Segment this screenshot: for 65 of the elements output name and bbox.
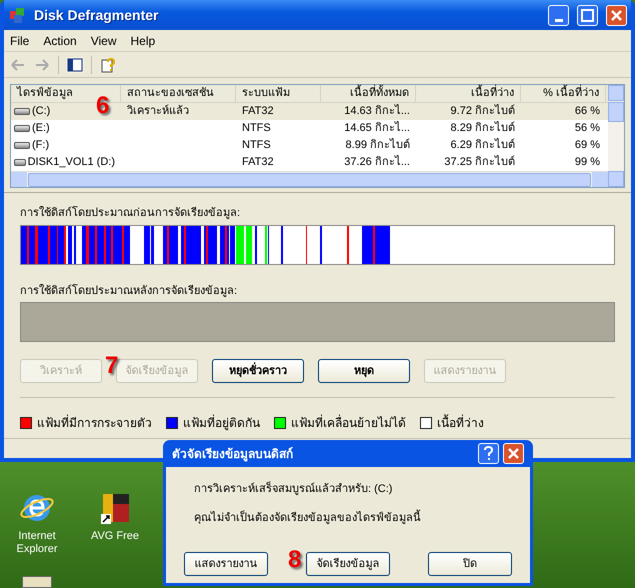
table-cell-text: FAT32	[242, 104, 274, 120]
table-cell-text: 14.65 กิกะไ...	[344, 120, 410, 136]
table-cell-text: 9.72 กิกะไบต์	[450, 103, 515, 120]
column-header[interactable]: ระบบแฟ้ม	[236, 85, 321, 102]
table-cell-text: DISK1_VOL1 (D:)	[28, 155, 115, 170]
close-button[interactable]	[606, 4, 627, 26]
drive-icon	[14, 159, 26, 166]
minimize-button[interactable]	[548, 4, 569, 26]
table-cell-text: 99 %	[574, 155, 600, 170]
desktop-icon-label[interactable]: Internet Explorer	[2, 530, 72, 556]
legend-label: แฟ้มที่มีการกระจายตัว	[37, 414, 152, 432]
menu-item[interactable]: File	[10, 32, 30, 50]
minimize-icon	[554, 18, 562, 22]
action-button[interactable]: หยุดชั่วคราว	[212, 359, 304, 383]
legend-label: เนื้อที่ว่าง	[437, 414, 484, 432]
vertical-scrollbar[interactable]	[608, 85, 624, 187]
dialog-button[interactable]: จัดเรียงข้อมูล	[306, 552, 390, 576]
column-header[interactable]: % เนื้อที่ว่าง	[521, 85, 606, 102]
table-cell-text: 37.25 กิกะไบต์	[444, 154, 515, 170]
column-header[interactable]: สถานะของเซสชัน	[121, 85, 236, 102]
help-icon[interactable]	[100, 56, 116, 72]
document-icon[interactable]	[22, 576, 52, 588]
step-number: 7	[105, 354, 118, 378]
table-cell-text: 8.29 กิกะไบต์	[450, 120, 515, 136]
help-button[interactable]	[478, 443, 499, 464]
desktop-icon-label[interactable]: AVG Free	[90, 530, 140, 543]
menu-item[interactable]: Action	[43, 32, 77, 50]
table-cell-text: (E:)	[32, 121, 50, 136]
close-button[interactable]	[503, 443, 524, 464]
table-cell-text: NTFS	[242, 138, 271, 154]
drive-icon	[14, 142, 30, 149]
table-cell-text: (F:)	[32, 138, 50, 154]
drive-icon	[14, 125, 30, 132]
dialog-message: คุณไม่จำเป็นต้องจัดเรียงข้อมูลของไดรฟ์ข้อมูลนี้	[194, 510, 422, 526]
dialog-button[interactable]: แสดงรายงาน	[184, 552, 268, 576]
horizontal-scrollbar[interactable]	[11, 171, 608, 187]
action-button[interactable]: หยุด	[318, 359, 410, 383]
table-cell-text: 69 %	[574, 138, 600, 154]
section-label: การใช้ดิสก์โดยประมาณก่อนการจัดเรียงข้อมูล:	[20, 205, 242, 221]
table-cell-text: 56 %	[574, 121, 600, 136]
table-cell-text: 6.29 กิกะไบต์	[450, 137, 515, 154]
section-label: การใช้ดิสก์โดยประมาณหลังการจัดเรียงข้อมูล:	[20, 283, 238, 299]
menu-item[interactable]: View	[90, 32, 116, 50]
dialog-message: การวิเคราะห์เสร็จสมบูรณ์แล้วสำหรับ: (C:)	[194, 481, 394, 497]
table-cell-text: FAT32	[242, 155, 274, 170]
step-number: 8	[288, 548, 302, 572]
table-cell-text: วิเคราะห์แล้ว	[127, 104, 189, 120]
dialog-button[interactable]: ปิด	[428, 552, 512, 576]
window-title: Disk Defragmenter	[34, 6, 160, 25]
table-cell-text: (C:)	[32, 104, 50, 120]
table-cell-text: NTFS	[242, 121, 271, 136]
table-cell-text: 8.99 กิกะไบต์	[346, 137, 410, 154]
app-icon	[8, 6, 26, 24]
table-cell-text: 14.63 กิกะไ...	[344, 103, 410, 120]
legend-label: แฟ้มที่อยู่ติดกัน	[183, 414, 260, 432]
column-header[interactable]: เนื้อที่ว่าง	[416, 85, 521, 102]
menu-item[interactable]: Help	[130, 32, 156, 50]
legend-label: แฟ้มที่เคลื่อนย้ายไม่ได้	[291, 414, 406, 432]
column-header[interactable]: เนื้อที่ทั้งหมด	[321, 85, 416, 102]
panel-icon[interactable]	[67, 56, 83, 72]
drive-icon	[14, 108, 30, 115]
maximize-button[interactable]	[577, 4, 598, 26]
table-cell-text: 66 %	[574, 104, 600, 120]
dialog-title: ตัวจัดเรียงข้อมูลบนดิสก์	[172, 446, 294, 462]
table-cell-text: 37.26 กิกะไ...	[344, 154, 410, 170]
